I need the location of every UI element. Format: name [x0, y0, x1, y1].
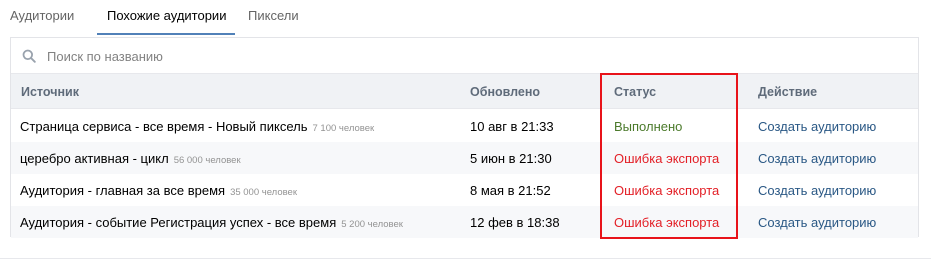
table-row: Аудитория - событие Регистрация успех - …	[11, 206, 918, 238]
status-cell: Ошибка экспорта	[614, 183, 720, 198]
column-header-status: Статус	[614, 85, 657, 99]
audience-size: 56 000 человек	[173, 155, 241, 166]
updated-cell: 10 авг в 21:33	[470, 119, 554, 134]
search-input[interactable]	[47, 46, 907, 66]
table-row: церебро активная - цикл 56 000 человек 5 …	[11, 142, 918, 174]
tab-similar-audiences[interactable]: Похожие аудитории	[107, 8, 226, 23]
source-cell: церебро активная - цикл 56 000 человек	[20, 151, 241, 166]
audience-size: 5 200 человек	[341, 219, 403, 230]
search-bar	[11, 38, 918, 74]
audiences-table-card: Источник Обновлено Статус Действие Стран…	[10, 37, 919, 238]
updated-cell: 8 мая в 21:52	[470, 183, 551, 198]
search-icon	[22, 49, 36, 63]
source-name: Аудитория - главная за все время	[20, 183, 226, 198]
source-cell: Аудитория - событие Регистрация успех - …	[20, 215, 403, 230]
create-audience-link[interactable]: Создать аудиторию	[758, 151, 876, 166]
create-audience-link[interactable]: Создать аудиторию	[758, 183, 876, 198]
column-header-updated: Обновлено	[470, 85, 541, 99]
status-cell: Ошибка экспорта	[614, 151, 720, 166]
create-audience-link[interactable]: Создать аудиторию	[758, 215, 876, 230]
column-header-source: Источник	[21, 85, 79, 99]
source-cell: Страница сервиса - все время - Новый пик…	[20, 119, 374, 134]
table-row: Страница сервиса - все время - Новый пик…	[11, 110, 918, 142]
audience-size: 7 100 человек	[312, 123, 375, 134]
table-row: Аудитория - главная за все время 35 000 ч…	[11, 174, 918, 206]
updated-cell: 12 фев в 18:38	[470, 215, 560, 230]
table-header: Источник Обновлено Статус Действие	[11, 74, 918, 109]
source-name: Страница сервиса - все время - Новый пик…	[20, 119, 308, 134]
column-header-action: Действие	[758, 85, 818, 99]
source-name: церебро активная - цикл	[20, 151, 169, 166]
status-cell: Ошибка экспорта	[614, 215, 720, 230]
updated-cell: 5 июн в 21:30	[470, 151, 552, 166]
source-name: Аудитория - событие Регистрация успех - …	[20, 215, 337, 230]
divider	[0, 258, 931, 259]
audience-size: 35 000 человек	[230, 187, 297, 198]
tab-audiences[interactable]: Аудитории	[10, 8, 74, 23]
create-audience-link[interactable]: Создать аудиторию	[758, 119, 876, 134]
tab-bar: Аудитории Похожие аудитории Пиксели	[0, 0, 931, 36]
tab-pixels[interactable]: Пиксели	[248, 8, 299, 23]
status-cell: Выполнено	[614, 119, 683, 134]
active-tab-indicator	[97, 33, 235, 35]
source-cell: Аудитория - главная за все время 35 000 ч…	[20, 183, 297, 198]
